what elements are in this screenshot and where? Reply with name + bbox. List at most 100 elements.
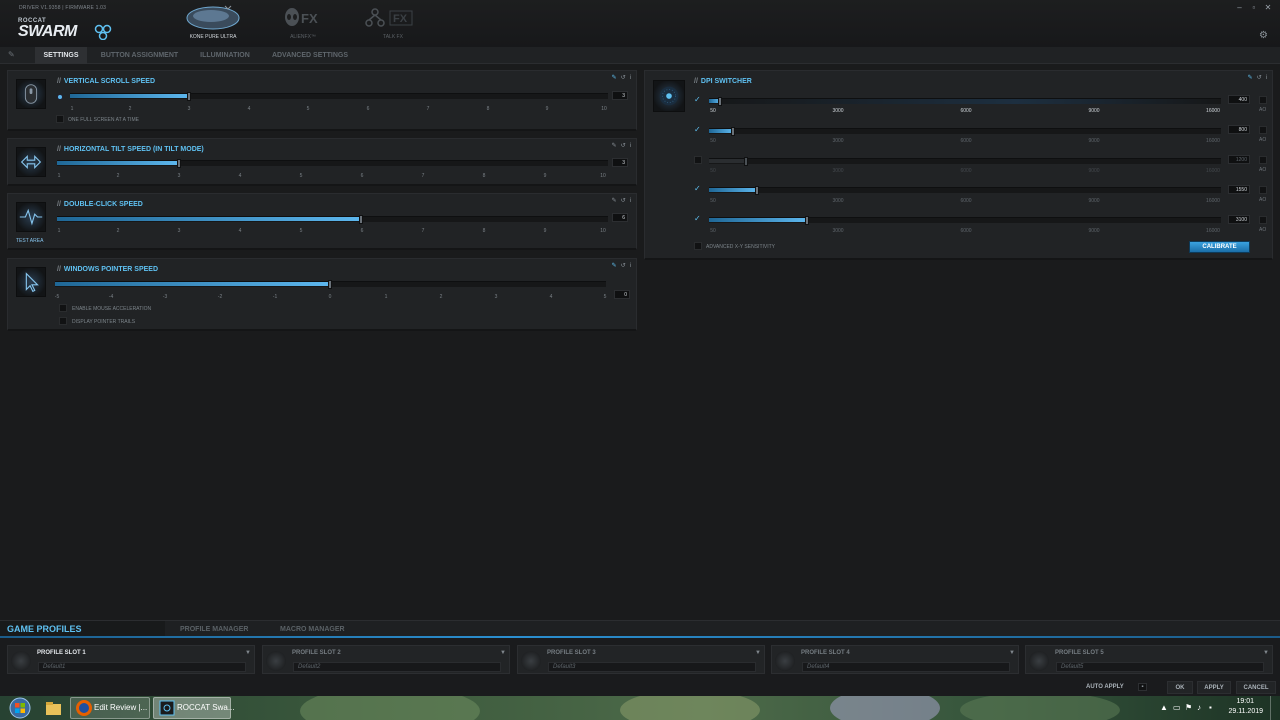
reset-icon[interactable]: ↺ bbox=[621, 198, 626, 204]
taskbar-task-roccat-swarm[interactable]: ROCCAT Swa... bbox=[153, 697, 235, 719]
slider-handle[interactable] bbox=[744, 157, 748, 166]
volume-icon[interactable]: ♪ bbox=[1197, 703, 1201, 712]
slider-handle[interactable] bbox=[187, 92, 191, 101]
dpi-level-value[interactable]: 3100 bbox=[1228, 215, 1250, 224]
dpi-level-enabled-check[interactable]: ✓ bbox=[694, 184, 701, 193]
clock-time[interactable]: 19:01 bbox=[1236, 698, 1254, 705]
profile-name-field[interactable]: Default3 bbox=[548, 662, 756, 672]
apply-button[interactable]: APPLY bbox=[1197, 681, 1231, 694]
mouse-acceleration-checkbox[interactable] bbox=[59, 304, 67, 312]
safely-remove-icon[interactable]: ▪ bbox=[1209, 703, 1212, 712]
profile-slot-5[interactable]: PROFILE SLOT 5 ▼ Default5 bbox=[1025, 645, 1273, 674]
info-icon[interactable]: i bbox=[630, 75, 631, 81]
pin-icon[interactable]: ✎ bbox=[612, 143, 617, 149]
dpi-level-enabled-check[interactable] bbox=[694, 156, 702, 164]
horizontal-tilt-value[interactable]: 3 bbox=[612, 158, 628, 167]
dpi-level-select-box[interactable] bbox=[1259, 126, 1267, 134]
profile-name-field[interactable]: Default4 bbox=[802, 662, 1010, 672]
profile-slot-2[interactable]: PROFILE SLOT 2 ▼ Default2 bbox=[262, 645, 510, 674]
pointer-speed-value[interactable]: 0 bbox=[614, 290, 630, 299]
calibrate-button[interactable]: CALIBRATE bbox=[1189, 241, 1250, 253]
show-hidden-icons-icon[interactable]: ▲ bbox=[1160, 703, 1168, 712]
dpi-level-slider[interactable] bbox=[709, 127, 1221, 136]
double-click-slider[interactable] bbox=[57, 215, 608, 224]
dpi-level-enabled-check[interactable]: ✓ bbox=[694, 125, 701, 134]
auto-apply-checkbox[interactable]: ▪ bbox=[1138, 683, 1147, 691]
slider-handle[interactable] bbox=[755, 186, 759, 195]
horizontal-tilt-slider[interactable] bbox=[57, 159, 608, 168]
taskbar-task-firefox[interactable]: Edit Review |... bbox=[70, 697, 150, 719]
dpi-level-value[interactable]: 800 bbox=[1228, 125, 1250, 134]
dpi-level-slider[interactable] bbox=[709, 97, 1221, 106]
pointer-speed-slider[interactable] bbox=[55, 280, 606, 289]
clock-date[interactable]: 29.11.2019 bbox=[1228, 708, 1263, 715]
slider-handle[interactable] bbox=[805, 216, 809, 225]
pin-icon[interactable]: ✎ bbox=[1248, 75, 1253, 81]
slider-handle[interactable] bbox=[328, 280, 332, 289]
vertical-scroll-value[interactable]: 3 bbox=[612, 91, 628, 100]
gear-icon[interactable]: ⚙ bbox=[1259, 30, 1268, 41]
profile-name-field[interactable]: Default1 bbox=[38, 662, 246, 672]
pin-icon[interactable]: ✎ bbox=[612, 75, 617, 81]
info-icon[interactable]: i bbox=[630, 263, 631, 269]
profile-name-field[interactable]: Default2 bbox=[293, 662, 501, 672]
chevron-down-icon[interactable]: ▼ bbox=[1009, 650, 1015, 656]
profile-slot-4[interactable]: PROFILE SLOT 4 ▼ Default4 bbox=[771, 645, 1019, 674]
pin-icon[interactable]: ✎ bbox=[8, 50, 15, 59]
dpi-level-select-box[interactable] bbox=[1259, 216, 1267, 224]
pointer-trails-checkbox[interactable] bbox=[59, 317, 67, 325]
profile-slot-3[interactable]: PROFILE SLOT 3 ▼ Default3 bbox=[517, 645, 765, 674]
dpi-level-slider[interactable] bbox=[709, 157, 1221, 166]
flag-icon[interactable]: ⚑ bbox=[1185, 703, 1192, 712]
dpi-level-select-box[interactable] bbox=[1259, 96, 1267, 104]
test-area-label[interactable]: TEST AREA bbox=[16, 238, 43, 244]
slider-handle[interactable] bbox=[359, 215, 363, 224]
profile-name-field[interactable]: Default5 bbox=[1056, 662, 1264, 672]
scroll-mode-radio[interactable] bbox=[57, 94, 63, 100]
reset-icon[interactable]: ↺ bbox=[621, 143, 626, 149]
double-click-value[interactable]: 6 bbox=[612, 213, 628, 222]
profile-slot-1[interactable]: PROFILE SLOT 1 ▼ Default1 bbox=[7, 645, 255, 674]
pin-icon[interactable]: ✎ bbox=[612, 198, 617, 204]
dpi-level-select-box[interactable] bbox=[1259, 186, 1267, 194]
slider-handle[interactable] bbox=[177, 159, 181, 168]
ok-button[interactable]: OK bbox=[1167, 681, 1193, 694]
tick-label: 4 bbox=[549, 294, 553, 300]
slider-handle[interactable] bbox=[718, 97, 722, 106]
tab-settings[interactable]: SETTINGS bbox=[35, 47, 87, 64]
reset-icon[interactable]: ↺ bbox=[621, 263, 626, 269]
dpi-level-enabled-check[interactable]: ✓ bbox=[694, 214, 701, 223]
minimize-button[interactable]: – bbox=[1234, 3, 1246, 12]
info-icon[interactable]: i bbox=[630, 143, 631, 149]
windows-start-button[interactable] bbox=[2, 697, 38, 719]
dpi-level-enabled-check[interactable]: ✓ bbox=[694, 95, 701, 104]
info-icon[interactable]: i bbox=[630, 198, 631, 204]
cancel-button[interactable]: CANCEL bbox=[1236, 681, 1276, 694]
tab-illumination[interactable]: ILLUMINATION bbox=[190, 47, 260, 64]
dpi-level-value[interactable]: 400 bbox=[1228, 95, 1250, 104]
dpi-level-value[interactable]: 1200 bbox=[1228, 155, 1250, 164]
reset-icon[interactable]: ↺ bbox=[1257, 75, 1262, 81]
slider-handle[interactable] bbox=[731, 127, 735, 136]
chevron-down-icon[interactable]: ▼ bbox=[755, 650, 761, 656]
chevron-down-icon[interactable]: ▼ bbox=[245, 650, 251, 656]
one-full-screen-checkbox[interactable] bbox=[56, 115, 64, 123]
vertical-scroll-slider[interactable] bbox=[70, 92, 608, 101]
dpi-level-select-box[interactable] bbox=[1259, 156, 1267, 164]
tab-advanced-settings[interactable]: ADVANCED SETTINGS bbox=[264, 47, 356, 64]
advanced-xy-checkbox[interactable] bbox=[694, 242, 702, 250]
reset-icon[interactable]: ↺ bbox=[621, 75, 626, 81]
info-icon[interactable]: i bbox=[1266, 75, 1267, 81]
network-icon[interactable]: ▭ bbox=[1173, 703, 1181, 712]
maximize-button[interactable]: ▫ bbox=[1248, 3, 1260, 12]
close-button[interactable]: ✕ bbox=[1262, 3, 1274, 12]
pin-icon[interactable]: ✎ bbox=[612, 263, 617, 269]
chevron-down-icon[interactable]: ▼ bbox=[500, 650, 506, 656]
dpi-level-value[interactable]: 1550 bbox=[1228, 185, 1250, 194]
show-desktop-button[interactable] bbox=[1270, 696, 1280, 720]
chevron-down-icon[interactable]: ▼ bbox=[1263, 650, 1269, 656]
tab-button-assignment[interactable]: BUTTON ASSIGNMENT bbox=[93, 47, 186, 64]
file-explorer-icon[interactable] bbox=[40, 697, 66, 719]
dpi-level-slider[interactable] bbox=[709, 186, 1221, 195]
dpi-level-slider[interactable] bbox=[709, 216, 1221, 225]
